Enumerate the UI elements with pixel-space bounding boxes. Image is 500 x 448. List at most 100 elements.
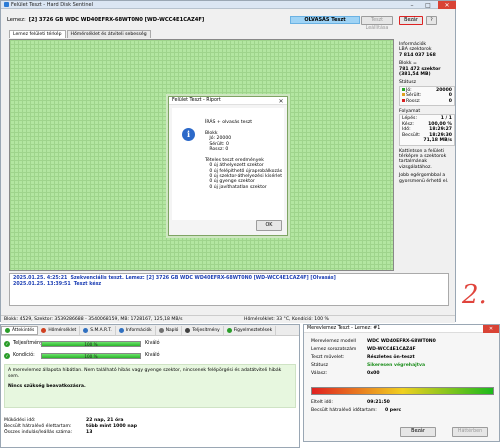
tab-0[interactable]: Áttekintés [1,325,39,335]
remaining-value: 0 perc [385,408,402,413]
tab-3[interactable]: Információk [116,325,156,335]
status-color-icon [402,93,405,97]
tab-icon [226,327,232,333]
close-button[interactable]: Bezár [399,16,423,25]
drive-test-row-label: Teszt művelet: [311,355,345,360]
window-title: Felület Teszt - Hard Disk Sentinel [11,1,93,8]
title-bar: Felület Teszt - Hard Disk Sentinel [1,1,455,9]
drive-test-title: Merevlemez Teszt - Lemez: #1 [304,325,499,333]
status-badge: OLVASÁS Teszt [290,16,360,24]
drive-test-row-value: Részletes ön-teszt [367,355,415,360]
tab-label: Teljesítmény [192,327,220,333]
health-advice: Nincs szükség beavatkozásra. [8,384,86,389]
performance-word: Kiváló [145,341,160,346]
dialog-close-icon[interactable]: ✕ [274,97,288,105]
status-row-text: Rossz: [406,98,421,104]
condition-word: Kiváló [145,353,160,358]
dialog-close-button[interactable]: Bezár [400,427,436,437]
drive-test-row-value: WDC WD40EFRX-68WT0N0 [367,339,436,344]
tab-label: Figyelmeztetések [233,327,273,333]
elapsed-label: Eltelt idő: [311,400,333,405]
tab-4[interactable]: Napló [156,325,183,335]
tab-surface-map[interactable]: Lemez felületi térkép [9,30,66,38]
stat-value: 13 [86,430,93,435]
tab-icon [185,327,191,333]
report-text: ÍRÁS + olvasás teszt Blokk Jó: 20000 Sérü… [205,120,285,190]
ok-button[interactable]: OK [256,220,282,231]
remaining-label: Becsült hátralévő időtartam: [311,408,377,413]
disk-label: Lemez: [7,17,26,23]
condition-label: Kondíció: [13,353,35,358]
drive-test-row-label: Lemez sorozatszám [311,347,357,352]
drive-test-row-value: Sikeresen végrehajtva [367,363,426,368]
elapsed-value: 09:21:50 [367,400,390,405]
status-row-text: Sérült: [406,93,422,99]
note-map: Kattintson a felületi térképre a szektor… [399,148,447,170]
log-time: 2025.01.25. 4:25:21 [13,276,68,281]
tab-icon [158,327,164,333]
info-icon: i [182,128,195,141]
drive-test-progress-bar [311,387,494,395]
status-bar-right: Hőmérséklet: 33 °C, Kondíció: 100 % [244,317,329,322]
tab-label: Áttekintés [12,327,35,333]
performance-bar: 100 % [41,340,141,347]
status-bar-left: Blokk: 4529, Szektor: 3539286688 - 35400… [4,317,183,322]
drive-test-row-label: Merevlemez modell [311,339,356,344]
drive-test-row: Lemez sorozatszám WD-WCC4E1CAZ4F [311,347,496,352]
tab-bar: Lemez felületi térkép Hőmérséklet és átv… [9,30,152,38]
stat-label: Összes indulás/leállás száma: [4,430,73,435]
app-icon [4,2,9,7]
log-text: Szekvenciális teszt. Lemez: [2] 3726 GB … [70,276,336,281]
status-row-value: 0 [448,98,452,104]
progress-row: 71,18 MB/s [402,138,452,143]
disk-selector[interactable]: [2] 3726 GB WDC WD40EFRX-68WT0N0 [WD-WCC… [29,17,205,23]
drive-test-row-value: WD-WCC4E1CAZ4F [367,347,416,352]
drive-test-row: Teszt művelet: Részletes ön-teszt [311,355,496,360]
maximize-icon[interactable]: □ [421,1,435,9]
tab-label: Hőmérséklet [48,327,77,333]
tab-2[interactable]: S.M.A.R.T. [80,325,116,335]
tab-6[interactable]: Figyelmeztetések [224,325,277,335]
remaining-row: Becsült hátralévő időtartam: 0 perc [311,408,496,413]
log-text: Teszt kész [73,282,102,287]
condition-row: ✓ Kondíció: 100 % Kiváló [4,351,204,360]
drive-test-row: Státusz Sikeresen végrehajtva [311,363,496,368]
drive-test-row-value: 0x00 [367,371,380,376]
log-time: 2025.01.25. 13:39:51 [13,282,71,287]
drive-test-progress-fill [312,388,493,394]
block-size: (381,54 MB) [399,72,431,78]
handwritten-mark: 2. [462,280,487,310]
minimize-icon[interactable]: – [405,1,419,9]
background-button[interactable]: Háttérben [452,427,488,437]
progress-row-label: Becsült: [402,132,421,138]
tab-5[interactable]: Teljesítmény [182,325,224,335]
status-color-icon [402,98,405,102]
tab-label: Információk [125,327,152,333]
report-dialog: Felület Teszt - Riport ✕ i ÍRÁS + olvasá… [168,96,288,236]
close-icon[interactable]: ✕ [438,1,456,9]
progress-row-value: 71,18 MB/s [423,138,452,144]
health-message-box: A merevlemez állapota hibátlan. Nem talá… [4,364,296,408]
tab-label: S.M.A.R.T. [90,327,112,333]
tab-temperature-speed[interactable]: Hőmérséklet és átviteli sebesség [66,30,151,38]
condition-bar: 100 % [41,352,141,359]
tab-1[interactable]: Hőmérséklet [38,325,81,335]
tab-icon [5,327,10,333]
close-icon[interactable]: ✕ [483,325,499,333]
stop-test-button[interactable]: Teszt Leállítása [361,16,393,31]
tab-label: Napló [165,327,179,333]
help-button[interactable]: ? [426,16,437,25]
check-icon: ✓ [4,340,10,347]
report-dialog-title: Felület Teszt - Riport [169,97,287,105]
stat-value: több mint 1000 nap [86,424,137,429]
main-window: Felület Teszt - Hard Disk Sentinel – □ ✕… [0,0,456,323]
drive-test-row: Merevlemez modell WDC WD40EFRX-68WT0N0 [311,339,496,344]
log-panel: 2025.01.25. 4:25:21 Szekvenciális teszt.… [9,273,449,306]
tab-icon [41,327,47,333]
performance-label: Teljesítmény: [13,341,45,346]
side-panel: Információk LBA szektorok 7 814 037 168 … [399,42,455,187]
stat-row: Összes indulás/leállás száma: 13 [4,430,204,436]
condition-percent: 100 % [84,353,98,359]
status-box: Jó: 20000 Sérült: 0 Rossz: 0 [399,85,455,107]
stats-block: Működési idő: 22 nap, 21 óra Becsült hátra… [4,418,204,436]
